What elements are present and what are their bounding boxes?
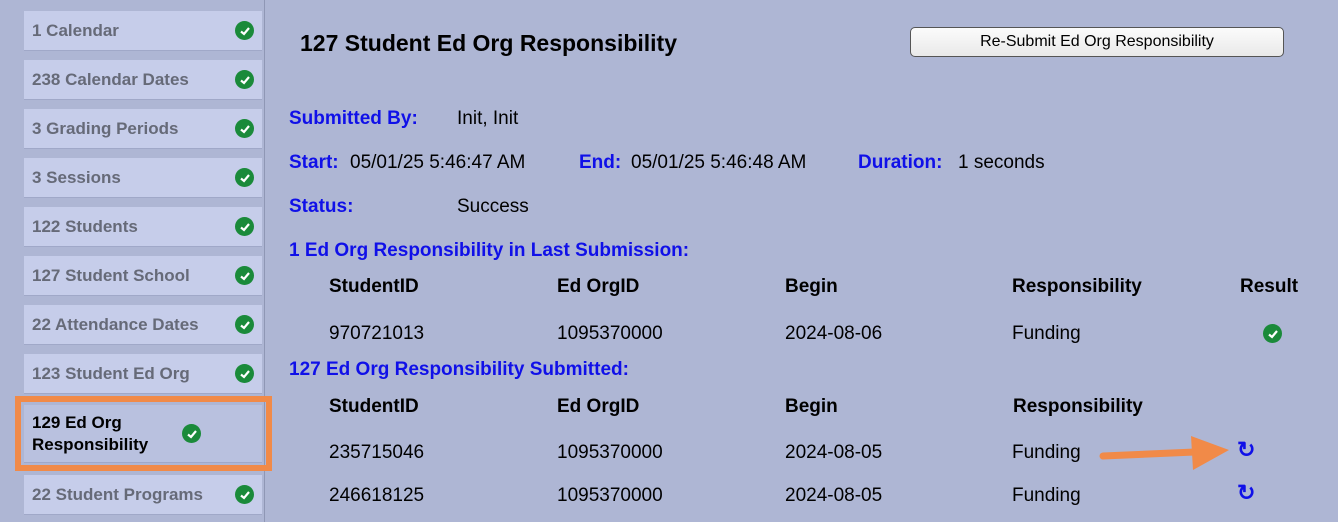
cell-ed-org-id: 1095370000 bbox=[557, 485, 663, 506]
sidebar-item-calendar[interactable]: 1 Calendar bbox=[24, 11, 262, 51]
check-icon bbox=[235, 315, 254, 334]
column-header-ed-org-id: Ed OrgID bbox=[557, 276, 640, 297]
check-icon bbox=[1263, 324, 1282, 343]
refresh-icon[interactable]: ↻ bbox=[1237, 480, 1255, 506]
sidebar-item-grading-periods[interactable]: 3 Grading Periods bbox=[24, 109, 262, 149]
check-icon bbox=[182, 424, 201, 443]
column-header-student-id: StudentID bbox=[329, 396, 419, 417]
sidebar-item-label: 22 Attendance Dates bbox=[32, 314, 199, 334]
sidebar-item-label: 122 Students bbox=[32, 216, 138, 236]
sidebar-item-students[interactable]: 122 Students bbox=[24, 207, 262, 247]
sidebar-item-sessions[interactable]: 3 Sessions bbox=[24, 158, 262, 198]
sidebar-item-calendar-dates[interactable]: 238 Calendar Dates bbox=[24, 60, 262, 100]
sidebar-item-label: 127 Student School bbox=[32, 265, 190, 285]
sidebar-item-student-ed-org[interactable]: 123 Student Ed Org bbox=[24, 354, 262, 394]
sidebar-item-label: 3 Grading Periods bbox=[32, 118, 179, 138]
column-header-result: Result bbox=[1240, 276, 1299, 297]
sidebar-item-student-school[interactable]: 127 Student School bbox=[24, 256, 262, 296]
start-value: 05/01/25 5:46:47 AM bbox=[350, 152, 526, 173]
column-header-student-id: StudentID bbox=[329, 276, 419, 297]
duration-label: Duration: bbox=[858, 152, 943, 173]
start-label: Start: bbox=[289, 152, 339, 173]
sidebar-item-label: 238 Calendar Dates bbox=[32, 69, 189, 89]
check-icon bbox=[235, 364, 254, 383]
sidebar-item-student-programs[interactable]: 22 Student Programs bbox=[24, 475, 262, 515]
end-value: 05/01/25 5:46:48 AM bbox=[631, 152, 807, 173]
cell-ed-org-id: 1095370000 bbox=[557, 442, 663, 463]
cell-student-id: 246618125 bbox=[329, 485, 425, 506]
cell-begin: 2024-08-06 bbox=[785, 323, 883, 344]
check-icon bbox=[235, 119, 254, 138]
sidebar-item-label: 3 Sessions bbox=[32, 167, 121, 187]
sidebar: 1 Calendar 238 Calendar Dates 3 Grading … bbox=[0, 0, 265, 522]
sidebar-item-label: 1 Calendar bbox=[32, 20, 119, 40]
refresh-icon[interactable]: ↻ bbox=[1237, 437, 1255, 463]
status-value: Success bbox=[457, 196, 529, 217]
column-header-responsibility: Responsibility bbox=[1013, 396, 1143, 417]
submitted-by-value: Init, Init bbox=[457, 108, 519, 129]
annotation-arrow bbox=[1099, 436, 1229, 470]
sidebar-item-ed-org-responsibility[interactable]: 129 Ed Org Responsibility bbox=[24, 405, 262, 463]
column-header-responsibility: Responsibility bbox=[1012, 276, 1142, 297]
submitted-heading: 127 Ed Org Responsibility Submitted: bbox=[289, 359, 629, 380]
sidebar-item-attendance-dates[interactable]: 22 Attendance Dates bbox=[24, 305, 262, 345]
page-title: 127 Student Ed Org Responsibility bbox=[300, 30, 678, 56]
last-submission-heading: 1 Ed Org Responsibility in Last Submissi… bbox=[289, 240, 690, 261]
sidebar-item-label: 22 Student Programs bbox=[32, 484, 203, 504]
sidebar-item-label: 123 Student Ed Org bbox=[32, 363, 190, 383]
cell-responsibility: Funding bbox=[1012, 485, 1081, 506]
cell-ed-org-id: 1095370000 bbox=[557, 323, 663, 344]
column-header-begin: Begin bbox=[785, 396, 838, 417]
cell-student-id: 970721013 bbox=[329, 323, 425, 344]
submitted-by-label: Submitted By: bbox=[289, 108, 418, 129]
check-icon bbox=[235, 485, 254, 504]
sidebar-item-label: 129 Ed Org Responsibility bbox=[32, 412, 149, 454]
cell-responsibility: Funding bbox=[1012, 442, 1081, 463]
duration-value: 1 seconds bbox=[958, 152, 1045, 173]
check-icon bbox=[235, 70, 254, 89]
cell-student-id: 235715046 bbox=[329, 442, 425, 463]
end-label: End: bbox=[579, 152, 622, 173]
check-icon bbox=[235, 266, 254, 285]
cell-responsibility: Funding bbox=[1012, 323, 1081, 344]
cell-begin: 2024-08-05 bbox=[785, 442, 883, 463]
check-icon bbox=[235, 168, 254, 187]
column-header-ed-org-id: Ed OrgID bbox=[557, 396, 640, 417]
check-icon bbox=[235, 21, 254, 40]
column-header-begin: Begin bbox=[785, 276, 838, 297]
resubmit-button[interactable]: Re-Submit Ed Org Responsibility bbox=[910, 27, 1284, 57]
status-label: Status: bbox=[289, 196, 354, 217]
check-icon bbox=[235, 217, 254, 236]
cell-begin: 2024-08-05 bbox=[785, 485, 883, 506]
